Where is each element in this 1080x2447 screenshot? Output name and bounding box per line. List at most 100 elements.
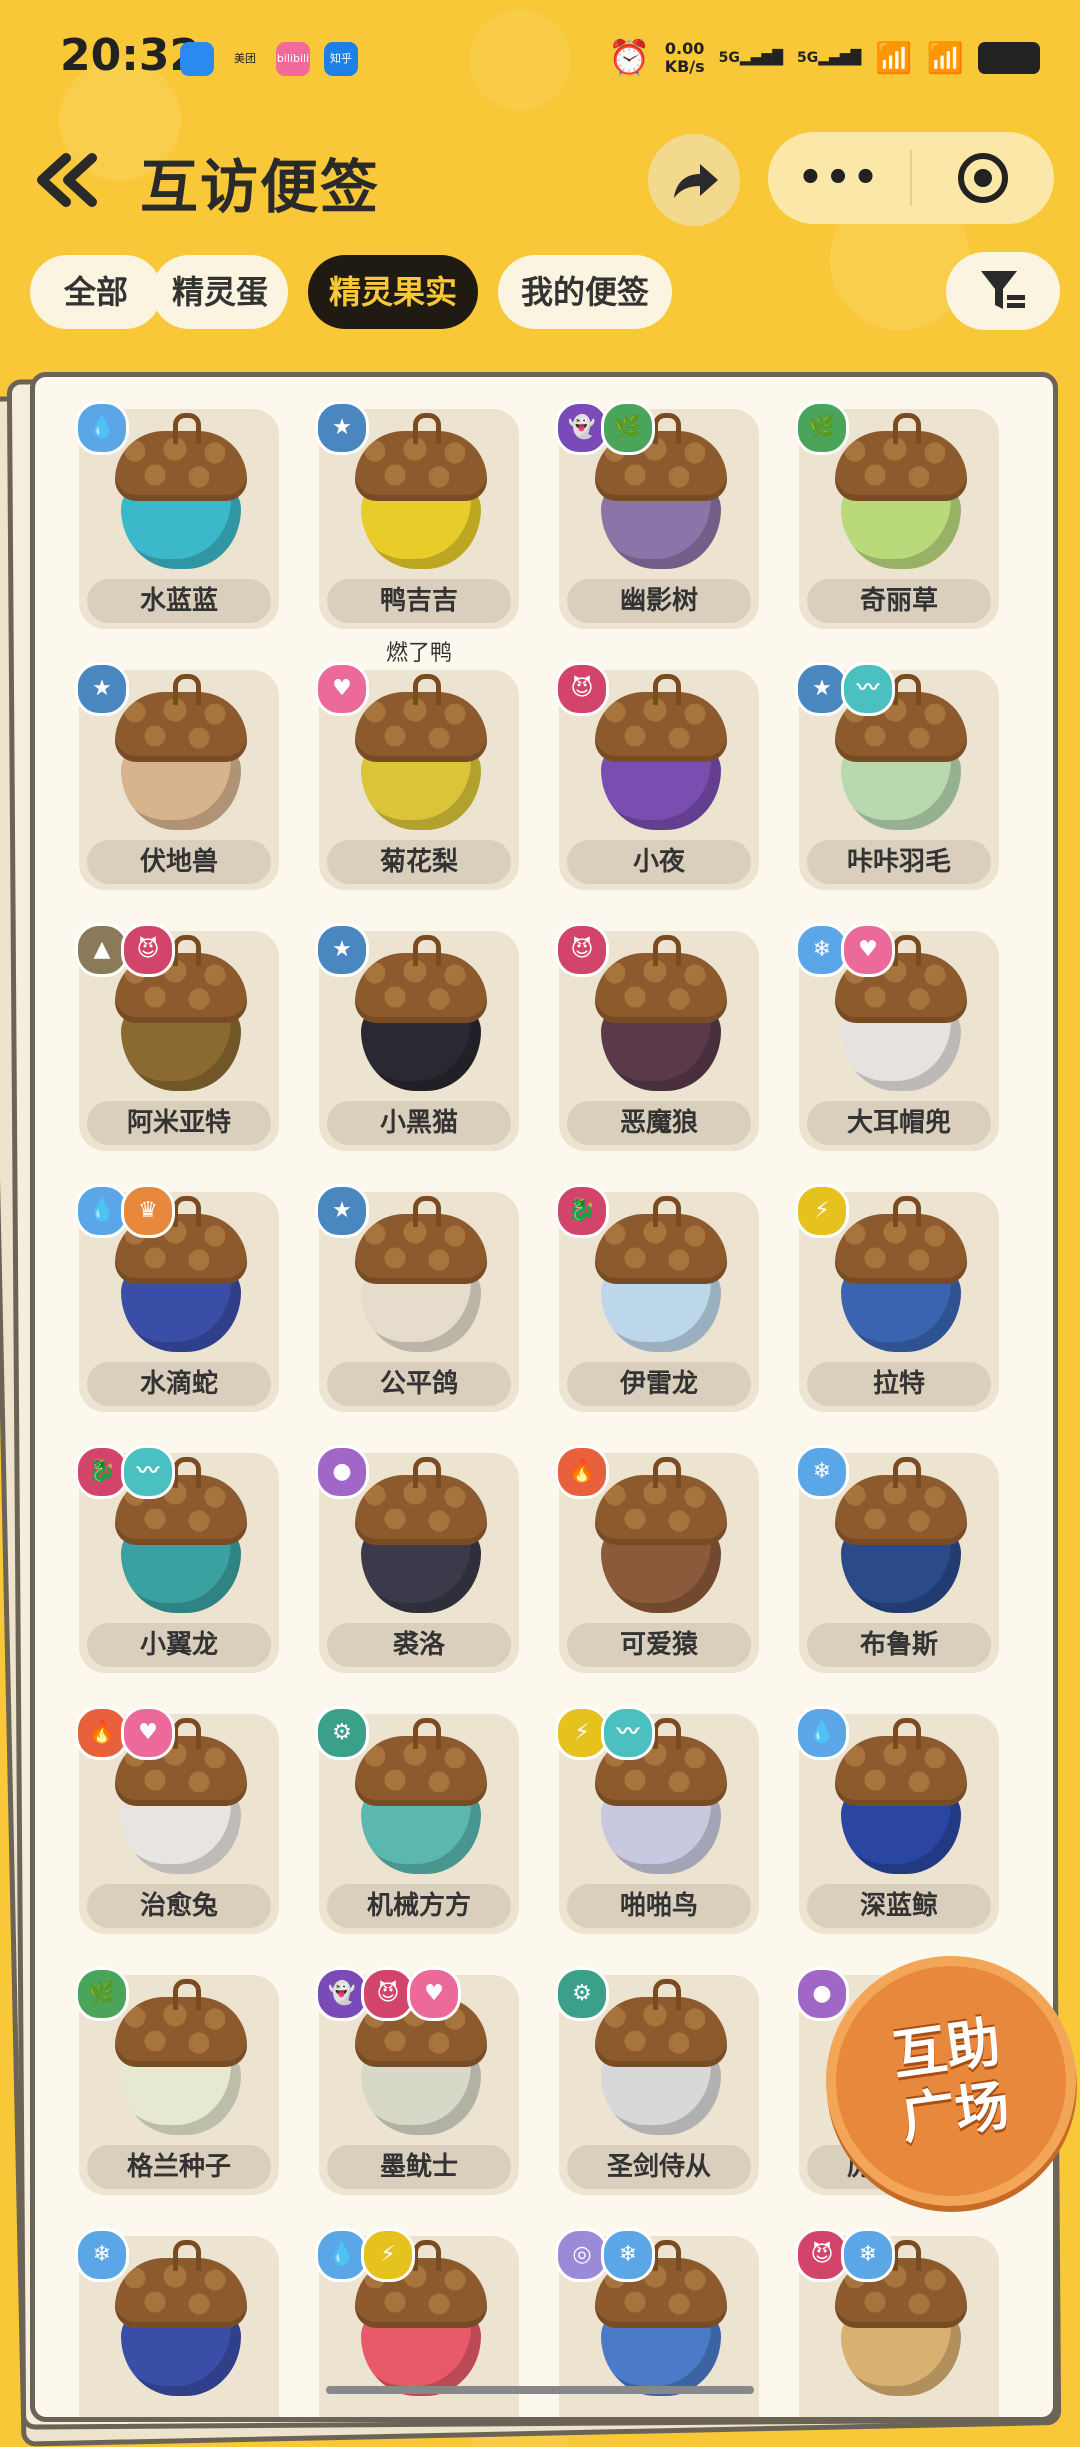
fruit-card[interactable]: ★ 伏地兽	[75, 662, 279, 890]
fruit-card[interactable]: 😈 小夜	[555, 662, 759, 890]
fruit-card[interactable]: 🔥 ♥ 治愈兔	[75, 1706, 279, 1934]
fruit-name: 菊花梨	[327, 840, 511, 884]
filter-funnel-icon	[981, 271, 1025, 309]
fruit-name: 小翼龙	[87, 1623, 271, 1667]
tab-my-notes[interactable]: 我的便签	[498, 255, 672, 329]
filter-button[interactable]	[946, 252, 1060, 330]
attribute-badges: ⚡ 〰	[555, 1706, 655, 1760]
acorn-fruit-image	[355, 1457, 487, 1619]
crown-icon: ♛	[121, 1184, 175, 1238]
water-icon: 💧	[795, 1706, 849, 1760]
target-close-icon	[958, 153, 1008, 203]
fruit-card[interactable]: ❄ ♥ 大耳帽兜	[795, 923, 999, 1151]
acorn-fruit-image	[355, 1196, 487, 1358]
acorn-fruit-image	[835, 1196, 967, 1358]
attribute-badges: ★	[315, 401, 369, 455]
tab-spirit-eggs[interactable]: 精灵蛋	[152, 255, 288, 329]
fruit-name: 伏地兽	[87, 840, 271, 884]
tab-all[interactable]: 全部	[30, 255, 162, 329]
gear-icon: ⚙	[555, 1967, 609, 2021]
attribute-badges: 🐉 〰	[75, 1445, 175, 1499]
acorn-fruit-image	[595, 1196, 727, 1358]
acorn-fruit-image	[115, 2240, 247, 2402]
fruit-name: 可爱猿	[567, 1623, 751, 1667]
attribute-badges: 💧 ♛	[75, 1184, 175, 1238]
battery-icon	[978, 42, 1040, 74]
fruit-card[interactable]: 🌿 奇丽草	[795, 401, 999, 629]
fruit-name: 奇丽草	[807, 579, 991, 623]
acorn-fruit-image	[595, 1457, 727, 1619]
attribute-badges: ▲ 😈	[75, 923, 175, 977]
fruit-name: 阿米亚特	[87, 1101, 271, 1145]
fruit-card[interactable]: ★ 〰咔咔羽毛	[795, 662, 999, 890]
fruit-card[interactable]: 🐉 伊雷龙	[555, 1184, 759, 1412]
fruit-card[interactable]: 😈 恶魔狼	[555, 923, 759, 1151]
fruit-card[interactable]: ★ 小黑猫	[315, 923, 519, 1151]
acorn-fruit-image	[835, 1718, 967, 1880]
fruit-card[interactable]: 👻 😈 ♥ 墨鱿士	[315, 1967, 519, 2195]
acorn-fruit-image	[355, 935, 487, 1097]
fruit-card[interactable]: 💧 水蓝蓝	[75, 401, 279, 629]
fruit-name: 圣剑侍从	[567, 2145, 751, 2189]
acorn-fruit-image	[595, 1979, 727, 2141]
fruit-card[interactable]: ⚡ 〰啪啪鸟	[555, 1706, 759, 1934]
fruit-card[interactable]: ⚡ 拉特	[795, 1184, 999, 1412]
plaza-label-line2: 广场	[897, 2073, 1014, 2151]
attribute-badges: 😈 ❄	[795, 2228, 895, 2282]
ice-icon: ❄	[601, 2228, 655, 2282]
close-mini-program-button[interactable]	[912, 150, 1054, 206]
attribute-badges: ●	[795, 1967, 849, 2021]
fruit-card[interactable]: ▲ 😈 阿米亚特	[75, 923, 279, 1151]
ice-icon: ❄	[841, 2228, 895, 2282]
fruit-card[interactable]: ♥ 菊花梨	[315, 662, 519, 890]
acorn-fruit-image	[115, 674, 247, 836]
bilibili-icon: bilibili	[276, 42, 310, 76]
fruit-card[interactable]: ❄	[75, 2228, 279, 2417]
fruit-card[interactable]: ● 裘洛	[315, 1445, 519, 1673]
fruit-name: 拉特	[807, 1362, 991, 1406]
fruit-card[interactable]: 🔥 可爱猿	[555, 1445, 759, 1673]
attribute-badges: 👻 🌿	[555, 401, 655, 455]
attribute-badges: ❄	[75, 2228, 129, 2282]
acorn-fruit-image	[355, 1718, 487, 1880]
fruit-card[interactable]: 😈 ❄	[795, 2228, 999, 2417]
demon-icon: 😈	[555, 923, 609, 977]
fruit-card[interactable]: 💧 ⚡	[315, 2228, 519, 2417]
fruit-card[interactable]: ❄ 布鲁斯	[795, 1445, 999, 1673]
fruit-card[interactable]: 🐉 〰小翼龙	[75, 1445, 279, 1673]
tab-spirit-fruits[interactable]: 精灵果实	[308, 255, 478, 329]
attribute-badges: 👻 😈 ♥	[315, 1967, 461, 2021]
poison-icon: ●	[795, 1967, 849, 2021]
fruit-card[interactable]: 🌿 格兰种子	[75, 1967, 279, 2195]
fruit-card[interactable]: ★ 公平鸽	[315, 1184, 519, 1412]
share-button[interactable]	[648, 134, 740, 226]
fruit-card[interactable]: ⚙ 圣剑侍从	[555, 1967, 759, 2195]
more-menu-button[interactable]: •••	[768, 155, 910, 201]
fruit-name: 小夜	[567, 840, 751, 884]
water-icon: 💧	[75, 401, 129, 455]
meituan-icon: 美团	[228, 42, 262, 76]
fruit-card[interactable]: 👻 🌿 幽影树	[555, 401, 759, 629]
zhihu-icon: 知乎	[324, 42, 358, 76]
acorn-fruit-image	[355, 413, 487, 575]
wifi-icon: 📶	[875, 40, 913, 76]
fruit-card[interactable]: 💧 深蓝鲸	[795, 1706, 999, 1934]
attribute-badges: 🔥 ♥	[75, 1706, 175, 1760]
fruit-card[interactable]: ◎ ❄	[555, 2228, 759, 2417]
fairy-icon: ♥	[407, 1967, 461, 2021]
poison-icon: ●	[315, 1445, 369, 1499]
attribute-badges: ❄	[795, 1445, 849, 1499]
fruit-card[interactable]: ⚙ 机械方方	[315, 1706, 519, 1934]
network-speed: 0.00 KB/s	[664, 39, 705, 76]
attribute-badges: 🔥	[555, 1445, 609, 1499]
mini-program-capsule: •••	[768, 132, 1054, 224]
fruit-card[interactable]: 💧 ♛ 水滴蛇	[75, 1184, 279, 1412]
fruit-name: 啪啪鸟	[567, 1884, 751, 1928]
attribute-badges: 😈	[555, 923, 609, 977]
home-indicator[interactable]	[326, 2386, 754, 2394]
fruit-card[interactable]: ★ 鸭吉吉 燃了鸭	[315, 401, 519, 666]
back-button[interactable]	[30, 140, 110, 220]
acorn-fruit-image	[835, 413, 967, 575]
fruit-name: 鸭吉吉	[327, 579, 511, 623]
app-notification-icon	[180, 42, 214, 76]
